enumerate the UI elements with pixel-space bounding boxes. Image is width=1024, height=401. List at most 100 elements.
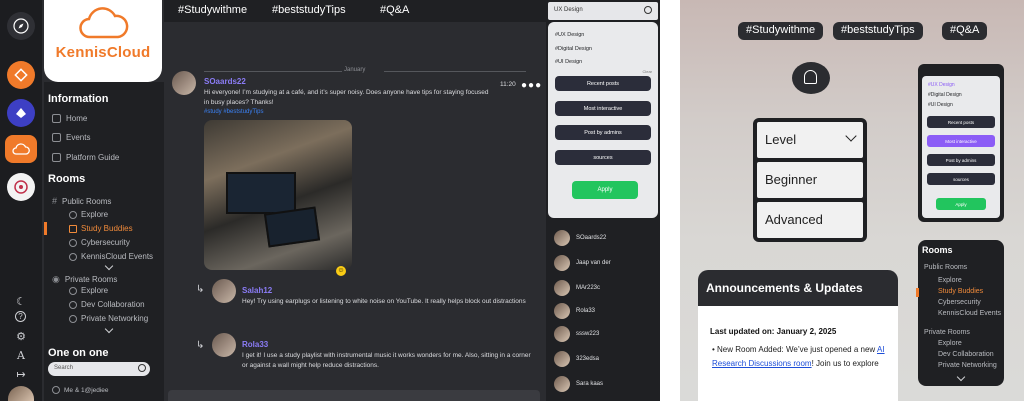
dark-mode-icon[interactable]: ☾ (13, 293, 29, 309)
message-author[interactable]: Rola33 (242, 340, 268, 349)
previous-post-image (202, 18, 350, 52)
more-options-icon[interactable]: ●●● (521, 80, 542, 91)
recent-posts-button[interactable]: Recent posts (555, 76, 651, 91)
apply-button[interactable]: Apply (936, 198, 986, 210)
home-icon (52, 114, 61, 123)
filter-tag[interactable]: #Digital Design (928, 92, 962, 98)
message-hashtags[interactable]: #study #beststudyTips (204, 109, 263, 115)
most-interactive-button[interactable]: Most interactive (555, 101, 651, 116)
active-indicator (916, 288, 919, 297)
post-by-admins-button[interactable]: Post by admins (555, 125, 651, 140)
tag-qa[interactable]: #Q&A (380, 4, 409, 16)
room-explore-public[interactable]: Explore (938, 277, 962, 284)
level-select[interactable]: Level (757, 122, 863, 158)
public-rooms-toggle[interactable]: Public Rooms (924, 264, 967, 271)
filter-tag[interactable]: #UI Design (928, 102, 953, 108)
server-icon-2[interactable] (7, 99, 35, 127)
room-explore-private[interactable]: Explore (69, 286, 108, 295)
level-option-beginner[interactable]: Beginner (757, 162, 863, 198)
tag-qa[interactable]: #Q&A (942, 22, 988, 40)
kenniscloud-logo: KennisCloud (44, 0, 162, 82)
user-list-item[interactable]: Jaap van der (554, 255, 611, 271)
sidebar-item-platform-guide[interactable]: Platform Guide (52, 153, 119, 162)
help-icon[interactable]: ? (15, 311, 26, 322)
recent-posts-button[interactable]: Recent posts (927, 116, 995, 128)
room-cybersecurity[interactable]: Cybersecurity (938, 299, 981, 306)
room-private-networking[interactable]: Private Networking (938, 362, 997, 369)
avatar[interactable] (212, 333, 236, 357)
tablet-screen (263, 206, 321, 248)
dm-search-input[interactable]: Search (48, 362, 150, 376)
kenniscloud-server-icon[interactable] (5, 135, 37, 163)
private-rooms-toggle[interactable]: Private Rooms (924, 329, 970, 336)
room-dev-collaboration[interactable]: Dev Collaboration (69, 300, 145, 309)
eye-icon: ◉ (52, 274, 60, 284)
sidebar-item-events[interactable]: Events (52, 133, 90, 142)
app-main-panel: ☾ ? ⚙ A ↦ KennisCloud Information Home E… (0, 0, 660, 401)
user-list-item[interactable]: MAr223c (554, 280, 600, 296)
user-icon (52, 386, 60, 394)
room-explore-private[interactable]: Explore (938, 340, 962, 347)
server-icon-1[interactable] (7, 61, 35, 89)
room-explore-public[interactable]: Explore (69, 210, 108, 219)
user-list-item[interactable]: SOaards22 (554, 230, 606, 246)
filter-tag[interactable]: #UX Design (928, 82, 955, 88)
font-icon[interactable]: A (13, 347, 29, 363)
component-showcase: #Studywithme #beststudyTips #Q&A Level B… (680, 0, 1024, 401)
filter-tag[interactable]: #Digital Design (555, 46, 592, 52)
room-dev-collaboration[interactable]: Dev Collaboration (938, 351, 994, 358)
settings-icon[interactable]: ⚙ (13, 328, 29, 344)
profile-avatar[interactable] (8, 386, 34, 401)
public-rooms-toggle[interactable]: # Public Rooms (52, 196, 111, 206)
logout-icon[interactable]: ↦ (13, 366, 29, 382)
most-interactive-button[interactable]: Most interactive (927, 135, 995, 147)
user-list-item[interactable]: Sara kaas (554, 376, 603, 392)
laptop-icon (69, 252, 77, 261)
tag-studywithme[interactable]: #Studywithme (178, 4, 247, 16)
sidebar-item-home[interactable]: Home (52, 114, 87, 123)
explore-icon (69, 210, 77, 219)
filter-tag[interactable]: #UI Design (555, 59, 582, 65)
tag-beststudytips[interactable]: #beststudyTips (833, 22, 923, 40)
server-icon-4[interactable] (7, 173, 35, 201)
emoji-reaction[interactable]: ☺ (336, 266, 346, 276)
chevron-down-icon[interactable] (104, 324, 114, 334)
announcement-item: • New Room Added: We’ve just opened a ne… (712, 345, 885, 368)
chevron-down-icon[interactable] (956, 372, 966, 382)
user-list-item[interactable]: sssw223 (554, 326, 599, 342)
clear-link[interactable]: Clear (642, 69, 652, 74)
dm-item[interactable]: Me & 1@jediee (52, 386, 109, 394)
sources-button[interactable]: sources (555, 150, 651, 165)
avatar[interactable] (212, 279, 236, 303)
laptop-icon (69, 238, 77, 247)
room-cybersecurity[interactable]: Cybersecurity (69, 238, 130, 247)
message-author[interactable]: Salah12 (242, 286, 272, 295)
message-text: I get it! I use a study playlist with in… (242, 352, 531, 369)
avatar[interactable] (172, 71, 196, 95)
bell-icon[interactable] (792, 62, 830, 94)
tag-studywithme[interactable]: #Studywithme (738, 22, 824, 40)
apply-button[interactable]: Apply (572, 181, 638, 199)
sources-button[interactable]: sources (927, 173, 995, 185)
compass-icon[interactable] (7, 12, 35, 40)
user-list-item[interactable]: 323edsa (554, 351, 599, 367)
room-kenniscloud-events[interactable]: KennisCloud Events (938, 310, 1001, 317)
private-rooms-toggle[interactable]: ◉ Private Rooms (52, 274, 117, 285)
laptop-photo[interactable] (204, 120, 352, 270)
message-author[interactable]: SOaards22 (204, 77, 246, 86)
avatar (554, 376, 570, 392)
user-list-item[interactable]: Rola33 (554, 303, 595, 319)
message-composer[interactable] (168, 390, 540, 401)
room-private-networking[interactable]: Private Networking (69, 314, 148, 323)
tag-beststudytips[interactable]: #beststudyTips (272, 4, 346, 16)
filter-tag[interactable]: #UX Design (555, 32, 584, 38)
post-by-admins-button[interactable]: Post by admins (927, 154, 995, 166)
chevron-down-icon[interactable] (104, 261, 114, 271)
room-study-buddies[interactable]: Study Buddies (69, 224, 133, 233)
room-kenniscloud-events[interactable]: KennisCloud Events (69, 252, 153, 261)
room-study-buddies[interactable]: Study Buddies (938, 288, 983, 295)
announcements-date: Last updated on: January 2, 2025 (710, 327, 837, 336)
level-option-advanced[interactable]: Advanced (757, 202, 863, 238)
rooms-card: Rooms Public Rooms Explore Study Buddies… (916, 240, 1004, 386)
filter-search-input[interactable]: UX Design (548, 2, 658, 20)
